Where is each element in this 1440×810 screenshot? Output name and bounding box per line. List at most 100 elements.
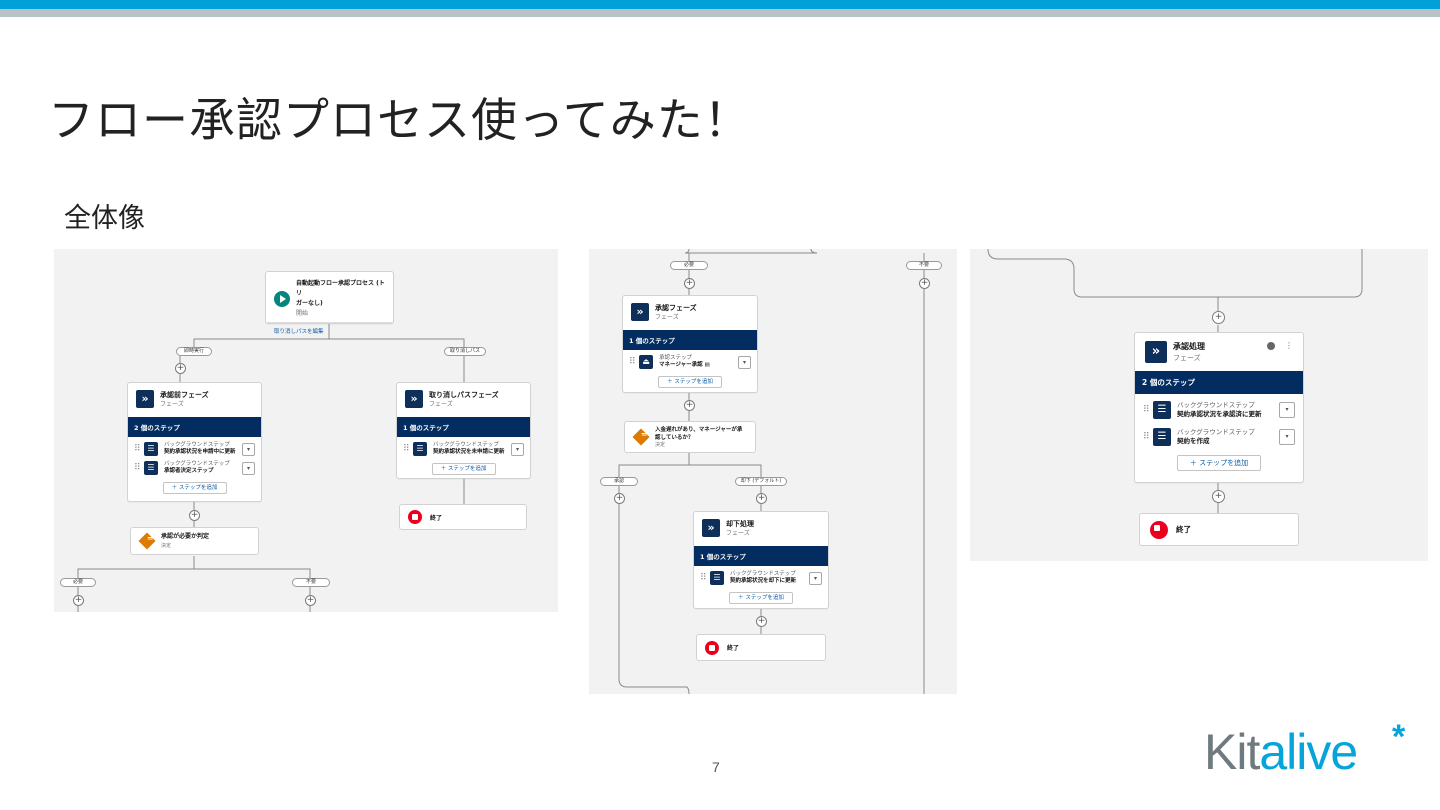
background-step-icon: ☰ — [1153, 401, 1171, 419]
decision-sub: 決定 — [161, 542, 172, 549]
step-name: マネージャー承認 ▤ — [659, 362, 710, 368]
end-card[interactable]: 終了 — [399, 504, 527, 530]
decision-title-line1: 入金遅れがあり、マネージャーが承 — [655, 426, 743, 433]
decision-title-line2: 認しているか？ — [655, 434, 694, 441]
step-menu-dropdown[interactable]: ▾ — [242, 442, 255, 456]
outcome-not-required-label: 不要 — [292, 578, 330, 587]
add-step-button[interactable]: ＋ ステップを追加 — [658, 376, 722, 388]
step-row[interactable]: ⠿ ☰ バックグラウンドステップ 契約承認状況を承認済に更新 ▾ — [1135, 394, 1303, 419]
step-menu-dropdown[interactable]: ▾ — [511, 442, 524, 456]
step-type: バックグラウンドステップ — [1177, 428, 1255, 436]
approval-step-icon: ⏏ — [639, 355, 653, 369]
add-step-button[interactable]: ＋ ステップを追加 — [729, 592, 793, 604]
phase-title: 承認前フェーズ — [160, 391, 209, 399]
steps-count-bar: 1 個のステップ — [694, 546, 828, 566]
flow-screenshot-panel-1: 自動起動フロー承認プロセス (トリ ガーなし) 開始 取り消しパスを編集 即時実… — [54, 249, 558, 612]
end-card[interactable]: 終了 — [696, 634, 826, 661]
drag-handle-icon[interactable]: ⠿ — [629, 357, 636, 367]
logo-star-icon: * — [1392, 718, 1405, 756]
add-element-plus-icon[interactable]: + — [684, 278, 695, 289]
approval-phase-card[interactable]: » 承認フェーズ フェーズ 1 個のステップ ⠿ ⏏ 承認ステップ マネージャー… — [622, 295, 758, 393]
step-menu-dropdown[interactable]: ▾ — [809, 571, 822, 585]
add-element-plus-icon[interactable]: + — [1212, 490, 1225, 503]
reject-phase-card[interactable]: » 却下処理 フェーズ 1 個のステップ ⠿ ☰ バックグラウンドステップ 契約… — [693, 511, 829, 609]
step-menu-dropdown[interactable]: ▾ — [1279, 402, 1295, 418]
phase-sub: フェーズ — [726, 530, 750, 537]
approval-processing-phase-card[interactable]: » 承認処理 フェーズ ⋮ 2 個のステップ ⠿ ☰ バックグラウンドステップ … — [1134, 332, 1304, 483]
phase-title: 取り消しパスフェーズ — [429, 391, 499, 399]
step-menu-dropdown[interactable]: ▾ — [1279, 429, 1295, 445]
stop-icon — [1150, 520, 1168, 539]
end-card[interactable]: 終了 — [1139, 513, 1299, 546]
outcome-approved-label: 承認 — [600, 477, 638, 486]
more-options-icon[interactable]: ⋮ — [1285, 341, 1293, 350]
steps-count-bar: 1 個のステップ — [623, 330, 757, 350]
end-label: 終了 — [727, 645, 740, 652]
step-name: 契約承認状況を承認済に更新 — [1177, 410, 1262, 418]
slide-subtitle: 全体像 — [64, 203, 145, 234]
info-icon[interactable] — [1267, 341, 1275, 350]
drag-handle-icon[interactable]: ⠿ — [700, 573, 707, 583]
phase-icon: » — [631, 303, 649, 321]
add-element-plus-icon[interactable]: + — [189, 510, 200, 521]
edit-cancel-path-link[interactable]: 取り消しパスを編集 — [266, 322, 393, 339]
branch-cancel-label: 取り消しパス — [444, 347, 486, 356]
step-type: バックグラウンドステップ — [164, 442, 230, 448]
step-name: 承認者決定ステップ — [164, 468, 214, 474]
step-type: バックグラウンドステップ — [433, 442, 499, 448]
step-row[interactable]: ⠿ ☰ バックグラウンドステップ 契約を作成 ▾ — [1135, 419, 1303, 446]
decision-card[interactable]: 入金遅れがあり、マネージャーが承 認しているか？ 決定 — [624, 421, 756, 453]
phase-icon: » — [702, 519, 720, 537]
step-row[interactable]: ⠿ ☰ バックグラウンドステップ 契約承認状況を未申請に更新 ▾ — [397, 437, 530, 456]
drag-handle-icon[interactable]: ⠿ — [1143, 432, 1150, 442]
add-element-plus-icon[interactable]: + — [73, 595, 84, 606]
step-row[interactable]: ⠿ ⏏ 承認ステップ マネージャー承認 ▤ ▾ — [623, 350, 757, 369]
steps-count-bar: 2 個のステップ — [128, 417, 261, 437]
start-sub: 開始 — [296, 310, 309, 317]
step-type: バックグラウンドステップ — [730, 571, 796, 577]
start-card[interactable]: 自動起動フロー承認プロセス (トリ ガーなし) 開始 取り消しパスを編集 — [265, 271, 394, 335]
drag-handle-icon[interactable]: ⠿ — [1143, 405, 1150, 415]
cancel-path-phase-card[interactable]: » 取り消しパスフェーズ フェーズ 1 個のステップ ⠿ ☰ バックグラウンドス… — [396, 382, 531, 479]
step-row[interactable]: ⠿ ☰ バックグラウンドステップ 契約承認状況を却下に更新 ▾ — [694, 566, 828, 585]
outcome-rejected-label: 却下 (デフォルト) — [735, 477, 787, 486]
add-element-plus-icon[interactable]: + — [305, 595, 316, 606]
top-not-required-label: 不要 — [906, 261, 942, 270]
step-menu-dropdown[interactable]: ▾ — [738, 355, 751, 369]
drag-handle-icon[interactable]: ⠿ — [134, 463, 141, 473]
add-element-plus-icon[interactable]: + — [684, 400, 695, 411]
decision-card[interactable]: 承認が必要か判定 決定 — [130, 527, 259, 555]
add-element-plus-icon[interactable]: + — [756, 616, 767, 627]
background-step-icon: ☰ — [144, 461, 158, 475]
phase-icon: » — [136, 390, 154, 408]
decision-icon — [138, 532, 156, 550]
background-step-icon: ☰ — [1153, 428, 1171, 446]
flow-screenshot-panel-2: 必要 不要 + + » 承認フェーズ フェーズ 1 個のステップ ⠿ ⏏ 承認ス… — [589, 249, 957, 694]
phase-title: 却下処理 — [726, 520, 754, 528]
add-element-plus-icon[interactable]: + — [614, 493, 625, 504]
drag-handle-icon[interactable]: ⠿ — [134, 444, 141, 454]
flow-screenshot-panel-3: + » 承認処理 フェーズ ⋮ 2 個のステップ ⠿ ☰ バックグラウンドステッ… — [970, 249, 1428, 561]
kitalive-logo: Kitalive * — [1204, 720, 1405, 782]
add-step-button[interactable]: ＋ ステップを追加 — [1177, 455, 1261, 471]
stop-icon — [705, 640, 719, 655]
add-step-button[interactable]: ＋ ステップを追加 — [431, 463, 496, 475]
slide-title: フロー承認プロセス使ってみた！ — [48, 93, 751, 147]
top-grey-bar — [0, 9, 1440, 17]
add-element-plus-icon[interactable]: + — [756, 493, 767, 504]
pre-approval-phase-card[interactable]: » 承認前フェーズ フェーズ 2 個のステップ ⠿ ☰ バックグラウンドステップ… — [127, 382, 262, 502]
drag-handle-icon[interactable]: ⠿ — [403, 444, 410, 454]
step-row[interactable]: ⠿ ☰ バックグラウンドステップ 契約承認状況を申請中に更新 ▾ — [128, 437, 261, 456]
step-name: 契約承認状況を却下に更新 — [730, 578, 797, 584]
add-element-plus-icon[interactable]: + — [175, 363, 186, 374]
start-title-line2: ガーなし) — [296, 300, 323, 307]
phase-sub: フェーズ — [160, 401, 184, 408]
stop-icon — [408, 510, 422, 524]
step-type: バックグラウンドステップ — [164, 461, 230, 467]
add-element-plus-icon[interactable]: + — [1212, 311, 1225, 324]
step-menu-dropdown[interactable]: ▾ — [242, 461, 255, 475]
step-name: 契約を作成 — [1177, 437, 1210, 445]
step-row[interactable]: ⠿ ☰ バックグラウンドステップ 承認者決定ステップ ▾ — [128, 456, 261, 475]
add-element-plus-icon[interactable]: + — [919, 278, 930, 289]
add-step-button[interactable]: ＋ ステップを追加 — [162, 482, 227, 494]
